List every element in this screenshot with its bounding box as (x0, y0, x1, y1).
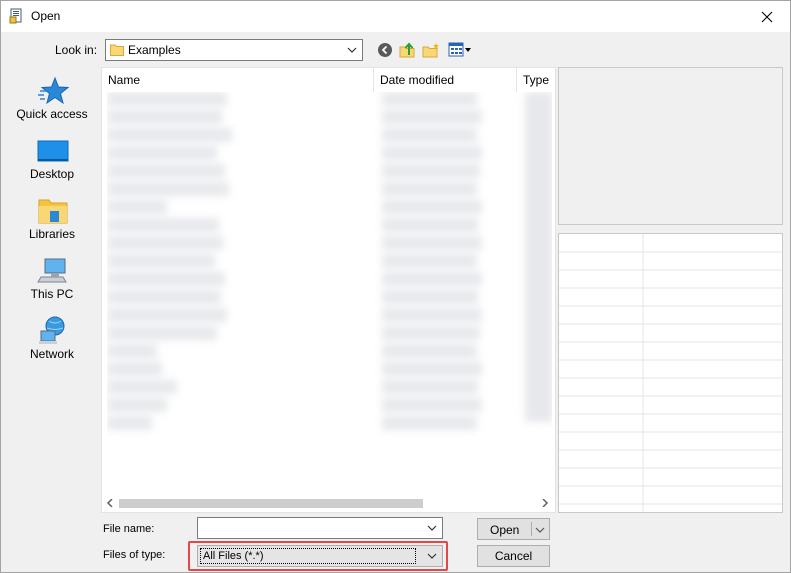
computer-icon (37, 255, 69, 287)
close-icon (761, 11, 773, 22)
file-name-input[interactable] (197, 517, 443, 539)
blurred-file-rows (107, 92, 552, 482)
folder-icon (110, 43, 124, 59)
scroll-right-arrow-icon[interactable] (539, 497, 551, 509)
up-folder-icon (399, 42, 415, 58)
places-bar: Quick access Desktop Libraries This PC N… (7, 67, 97, 367)
back-arrow-icon (378, 43, 392, 57)
libraries-icon (37, 195, 69, 227)
view-grid-icon (448, 42, 471, 57)
scroll-left-arrow-icon[interactable] (104, 497, 116, 509)
desktop-icon (37, 135, 69, 167)
up-folder-button[interactable] (399, 41, 417, 59)
file-type-value: All Files (*.*) (200, 548, 416, 564)
star-icon (37, 75, 70, 107)
place-desktop[interactable]: Desktop (7, 127, 97, 187)
new-folder-button[interactable] (422, 41, 440, 59)
place-libraries[interactable]: Libraries (7, 187, 97, 247)
place-label: Network (29, 347, 74, 361)
file-type-label: Files of type: (103, 549, 166, 561)
column-header-name[interactable]: Name (102, 68, 374, 92)
open-dialog-icon (9, 8, 25, 24)
back-button[interactable] (376, 41, 394, 59)
preview-pane (558, 67, 783, 225)
open-button-label: Open (490, 523, 520, 537)
look-in-value: Examples (128, 43, 181, 57)
place-label: Libraries (28, 227, 76, 241)
title-bar: Open (1, 1, 790, 32)
split-dropdown-icon[interactable] (535, 524, 545, 538)
place-label: Desktop (29, 167, 75, 181)
chevron-down-icon[interactable] (426, 522, 438, 537)
open-button[interactable]: Open (477, 518, 550, 540)
column-header-type[interactable]: Type (517, 68, 557, 92)
window-title: Open (31, 9, 61, 23)
chevron-down-icon (426, 550, 438, 565)
new-folder-icon (422, 43, 439, 58)
open-dialog: Open Look in: Examples Quick access Desk… (0, 0, 791, 573)
chevron-down-icon (346, 44, 358, 59)
grid-lines (559, 234, 782, 512)
scrollbar-thumb[interactable] (119, 499, 423, 508)
place-this-pc[interactable]: This PC (7, 247, 97, 307)
split-separator (531, 522, 532, 536)
file-type-dropdown[interactable]: All Files (*.*) (197, 545, 443, 567)
place-quick-access[interactable]: Quick access (7, 67, 97, 127)
file-list[interactable]: Name Date modified Type (101, 67, 556, 513)
look-in-dropdown[interactable]: Examples (105, 39, 363, 61)
close-button[interactable] (744, 1, 790, 32)
cancel-button[interactable]: Cancel (477, 545, 550, 567)
network-icon (37, 315, 69, 347)
horizontal-scrollbar[interactable] (102, 495, 555, 512)
look-in-label: Look in: (55, 43, 98, 57)
properties-grid (558, 233, 783, 513)
file-name-label: File name: (103, 523, 155, 535)
place-label: This PC (30, 287, 74, 301)
place-network[interactable]: Network (7, 307, 97, 367)
place-label: Quick access (16, 107, 88, 121)
view-menu-button[interactable] (447, 41, 473, 59)
column-header-date-modified[interactable]: Date modified (374, 68, 517, 92)
